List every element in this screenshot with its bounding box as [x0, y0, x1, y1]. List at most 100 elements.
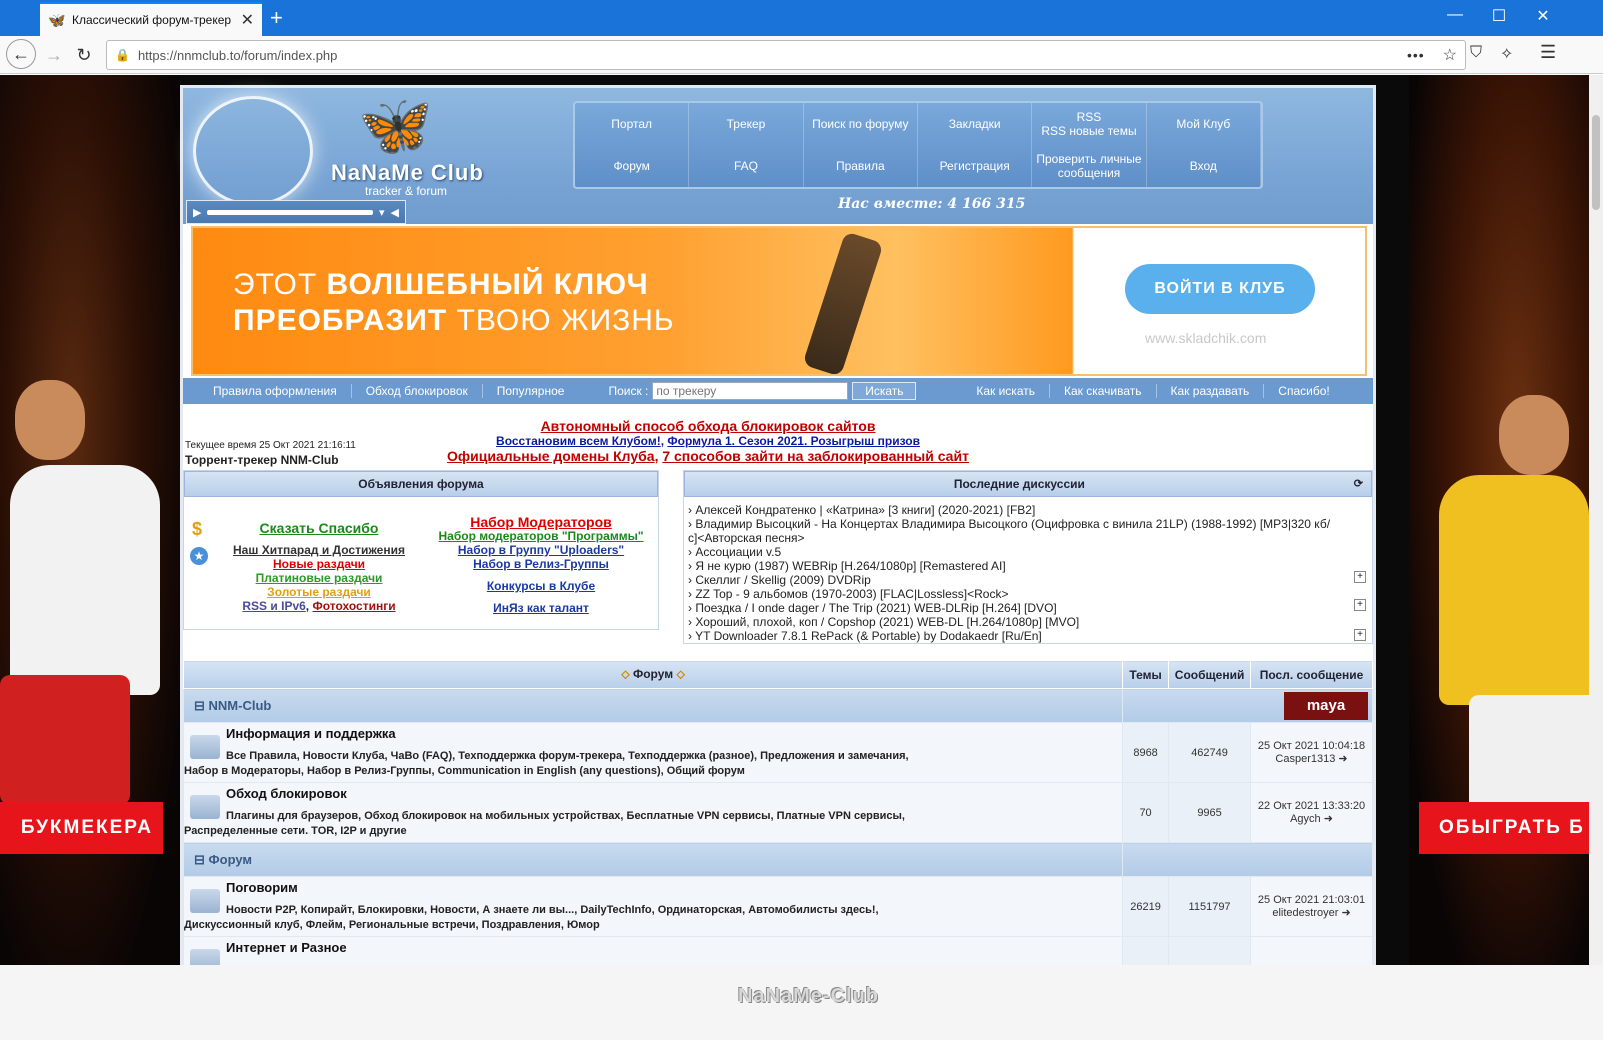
subnav-how-search[interactable]: Как искать [962, 384, 1050, 398]
rss-ipv6-link[interactable]: RSS и IPv6 [242, 599, 305, 613]
ad-banner[interactable]: ЭТОТ ВОЛШЕБНЫЙ КЛЮЧ ПРЕОБРАЗИТ ТВОЮ ЖИЗН… [191, 226, 1367, 376]
scrollbar-thumb[interactable] [1592, 115, 1600, 210]
nav-private-messages[interactable]: Проверить личные сообщения [1032, 145, 1147, 187]
maximize-icon[interactable]: ☐ [1484, 6, 1514, 26]
goto-post-icon[interactable]: ➜ [1341, 907, 1350, 919]
url-text[interactable]: https://nnmclub.to/forum/index.php [138, 48, 1399, 63]
platinum-releases-link[interactable]: Платиновые раздачи [224, 571, 414, 585]
subforums[interactable]: Распределенные сети. TOR, I2P и другие [184, 824, 1122, 839]
nav-faq[interactable]: FAQ [689, 145, 804, 187]
subnav-popular[interactable]: Популярное [483, 384, 579, 398]
dropdown-icon[interactable]: ▾ [379, 206, 385, 219]
subforums[interactable]: Новости P2P, Копирайт, Блокировки, Новос… [184, 903, 1122, 918]
maya-badge[interactable]: maya [1284, 691, 1368, 720]
close-window-icon[interactable]: ✕ [1528, 6, 1558, 26]
nav-register[interactable]: Регистрация [918, 145, 1033, 187]
subnav-thanks[interactable]: Спасибо! [1264, 384, 1343, 398]
announce-7ways-link[interactable]: 7 способов зайти на заблокированный сайт [662, 448, 969, 464]
lock-icon[interactable]: 🔒 [115, 48, 130, 62]
announce-domains-link[interactable]: Официальные домены Клуба [447, 448, 655, 464]
back-arrow-icon[interactable]: ← [6, 39, 36, 69]
menu-icon[interactable]: ☰ [1540, 42, 1556, 63]
tracker-search-input[interactable] [652, 382, 849, 400]
last-post-user[interactable]: elitedestroyer [1272, 907, 1338, 919]
reload-icon[interactable]: ↻ [70, 42, 98, 68]
refresh-icon[interactable]: ⟳ [1354, 472, 1363, 496]
minimize-icon[interactable]: — [1440, 6, 1470, 24]
subforums[interactable]: Набор в Модераторы, Набор в Релиз-Группы… [184, 764, 1122, 779]
left-ad-text[interactable]: БУКМЕКЕРА [0, 802, 163, 854]
forum-name[interactable]: Обход блокировок [184, 786, 1122, 801]
page-scrollbar[interactable] [1589, 75, 1603, 965]
nav-tracker[interactable]: Трекер [689, 103, 804, 145]
page-actions-icon[interactable]: ••• [1407, 47, 1425, 63]
last-post-user[interactable]: Casper1313 [1275, 753, 1335, 765]
nav-bookmarks[interactable]: Закладки [918, 103, 1033, 145]
subforums[interactable]: Плагины для браузеров, Обход блокировок … [184, 809, 1122, 824]
photo-hosting-link[interactable]: Фотохостинги [312, 599, 395, 613]
languages-link[interactable]: ИнЯз как талант [430, 601, 652, 615]
goto-post-icon[interactable]: ➜ [1338, 753, 1347, 765]
new-tab-button[interactable]: + [270, 6, 283, 30]
bookmark-star-icon[interactable]: ☆ [1443, 45, 1457, 65]
gold-releases-link[interactable]: Золотые раздачи [224, 585, 414, 599]
play-icon[interactable]: ▶ [193, 206, 201, 219]
nav-portal[interactable]: Портал [575, 103, 690, 145]
announce-restore-link[interactable]: Восстановим всем Клубом! [496, 434, 661, 448]
expand-icon[interactable]: + [1354, 599, 1366, 611]
goto-post-icon[interactable]: ➜ [1324, 813, 1333, 825]
discussion-item[interactable]: Ассоциации v.5 [688, 545, 1372, 559]
forum-name[interactable]: Поговорим [184, 880, 1122, 895]
category-title[interactable]: Форум [209, 852, 252, 867]
last-post-user[interactable]: Agych [1290, 813, 1321, 825]
nav-login[interactable]: Вход [1147, 145, 1261, 187]
expand-icon[interactable]: + [1354, 571, 1366, 583]
announce-bypass-link[interactable]: Автономный способ обхода блокировок сайт… [541, 418, 876, 434]
audio-progress-bar[interactable] [207, 209, 373, 215]
moderators-programs-link[interactable]: Набор модераторов "Программы" [430, 529, 652, 543]
right-ad-text[interactable]: ОБЫГРАТЬ Б [1419, 802, 1589, 854]
banner-cta-button[interactable]: ВОЙТИ В КЛУБ [1125, 264, 1315, 314]
subforums[interactable]: Дискуссионный клуб, Флейм, Региональные … [184, 918, 1122, 933]
forum-name[interactable]: Информация и поддержка [184, 726, 1122, 741]
announce-f1-link[interactable]: Формула 1. Сезон 2021. Розыгрыш призов [667, 434, 920, 448]
subforums[interactable]: Все Правила, Новости Клуба, ЧаВо (FAQ), … [184, 749, 1122, 764]
col-forum[interactable]: ⬦ Форум ⬦ [182, 660, 1124, 689]
forum-name[interactable]: Интернет и Разное [184, 940, 1122, 955]
discussion-item[interactable]: ZZ Top - 9 альбомов (1970-2003) [FLAC|Lo… [688, 587, 1372, 601]
right-side-ad[interactable]: ОБЫГРАТЬ Б [1409, 75, 1589, 965]
nav-rss[interactable]: RSS RSS новые темы [1032, 103, 1147, 145]
category-title[interactable]: NNM-Club [209, 698, 272, 713]
audio-player[interactable]: ▶ ▾ ◀ [186, 200, 406, 224]
discussion-item[interactable]: Хороший, плохой, коп / Copshop (2021) WE… [688, 615, 1372, 629]
subnav-how-seed[interactable]: Как раздавать [1157, 384, 1265, 398]
collapse-icon[interactable]: ⊟ [194, 852, 205, 867]
browser-tab[interactable]: 🦋 Классический форум-трекер ✕ [40, 2, 262, 36]
collapse-icon[interactable]: ⊟ [194, 698, 205, 713]
hitparade-link[interactable]: Наш Хитпарад и Достижения [224, 543, 414, 557]
extension-icon[interactable]: ✧ [1500, 44, 1513, 64]
expand-icon[interactable]: + [1354, 629, 1366, 641]
volume-icon[interactable]: ◀ [391, 206, 399, 219]
subnav-rules[interactable]: Правила оформления [183, 384, 352, 398]
discussion-item[interactable]: Владимир Высоцкий - На Концертах Владими… [688, 517, 1372, 545]
search-button[interactable]: Искать [852, 382, 917, 400]
new-releases-link[interactable]: Новые раздачи [224, 557, 414, 571]
shield-icon[interactable]: ⛉ [1470, 44, 1482, 62]
discussion-item[interactable]: Скеллиг / Skellig (2009) DVDRip [688, 573, 1372, 587]
say-thanks-link[interactable]: Сказать Спасибо [224, 521, 414, 535]
subnav-how-download[interactable]: Как скачивать [1050, 384, 1157, 398]
moderators-recruit-link[interactable]: Набор Модераторов [430, 515, 652, 529]
nav-forum-search[interactable]: Поиск по форуму [804, 103, 918, 145]
discussion-item[interactable]: Алексей Кондратенко | «Катрина» [3 книги… [688, 503, 1372, 517]
nav-forum[interactable]: Форум [575, 145, 690, 187]
nav-my-club[interactable]: Мой Клуб [1147, 103, 1261, 145]
uploaders-link[interactable]: Набор в Группу "Uploaders" [430, 543, 652, 557]
contests-link[interactable]: Конкурсы в Клубе [430, 579, 652, 593]
nav-rules[interactable]: Правила [804, 145, 918, 187]
subnav-bypass[interactable]: Обход блокировок [352, 384, 483, 398]
release-groups-link[interactable]: Набор в Релиз-Группы [430, 557, 652, 571]
discussion-item[interactable]: Поездка / I onde dager / The Trip (2021)… [688, 601, 1372, 615]
discussion-item[interactable]: YT Downloader 7.8.1 RePack (& Portable) … [688, 629, 1372, 643]
left-side-ad[interactable]: БУКМЕКЕРА [0, 75, 180, 965]
